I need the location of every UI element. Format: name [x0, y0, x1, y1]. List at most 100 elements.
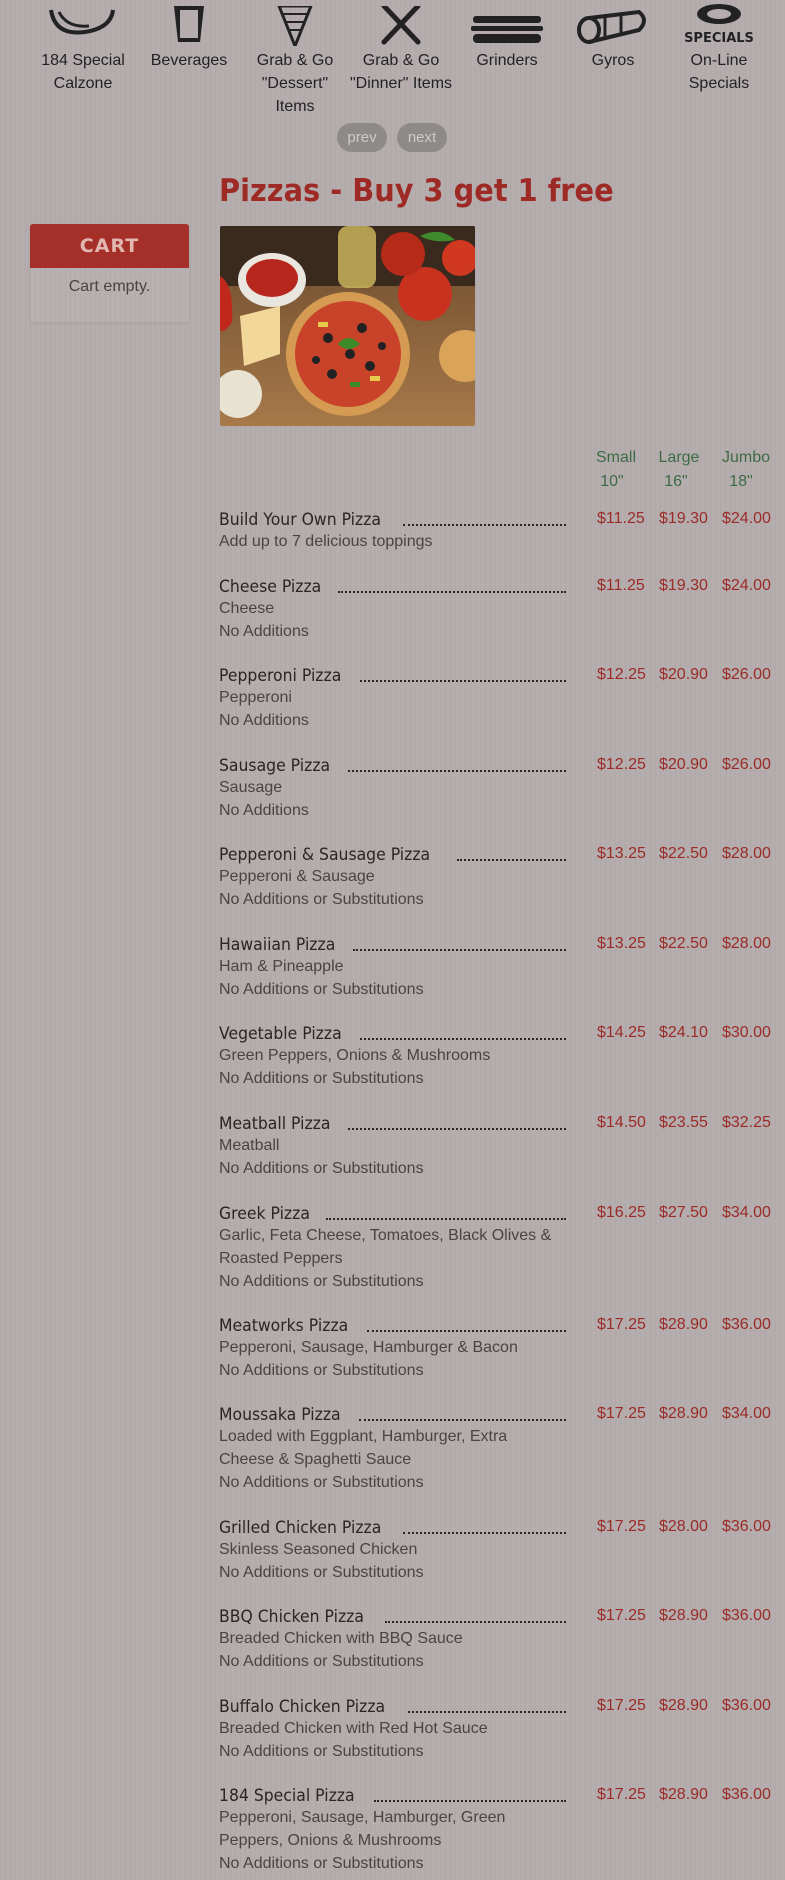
category-label: Grab & Go "Dessert" Items	[256, 52, 334, 115]
price-large[interactable]: $27.50	[659, 1204, 708, 1222]
price-large[interactable]: $22.50	[659, 935, 708, 953]
menu-item[interactable]: Greek Pizza Garlic, Feta Cheese, Tomatoe…	[219, 1204, 785, 1293]
menu-item[interactable]: Cheese Pizza Cheese No Additions $11.25 $…	[219, 577, 785, 643]
cart-empty-text: Cart empty.	[68, 278, 151, 295]
menu-item[interactable]: 184 Special Pizza Pepperoni, Sausage, Ha…	[219, 1786, 785, 1875]
category-pager: prev next	[337, 123, 447, 152]
category-calzone[interactable]: 184 Special Calzone	[28, 0, 138, 95]
price-jumbo[interactable]: $36.00	[722, 1607, 771, 1625]
price-large[interactable]: $28.90	[659, 1316, 708, 1334]
item-description: Garlic, Feta Cheese, Tomatoes, Black Oli…	[219, 1227, 552, 1290]
price-small[interactable]: $12.25	[597, 666, 646, 684]
menu-item[interactable]: Build Your Own Pizza Add up to 7 delicio…	[219, 510, 785, 553]
item-name[interactable]: 184 Special Pizza	[219, 1786, 355, 1806]
category-grinders[interactable]: Grinders	[452, 0, 562, 72]
menu-item[interactable]: Meatball Pizza Meatball No Additions or S…	[219, 1114, 785, 1180]
dot-leader	[403, 1530, 566, 1534]
menu-item[interactable]: Grilled Chicken Pizza Skinless Seasoned …	[219, 1518, 785, 1584]
price-small[interactable]: $17.25	[597, 1316, 646, 1334]
menu-item[interactable]: Moussaka Pizza Loaded with Eggplant, Ham…	[219, 1405, 785, 1494]
price-large[interactable]: $20.90	[659, 666, 708, 684]
item-name[interactable]: Vegetable Pizza	[219, 1024, 342, 1044]
item-name[interactable]: Build Your Own Pizza	[219, 510, 381, 530]
price-jumbo[interactable]: $32.25	[722, 1114, 771, 1132]
price-large[interactable]: $22.50	[659, 845, 708, 863]
category-label: Grab & Go "Dinner" Items	[349, 52, 453, 92]
price-jumbo[interactable]: $36.00	[722, 1786, 771, 1804]
price-jumbo[interactable]: $36.00	[722, 1697, 771, 1715]
price-jumbo[interactable]: $26.00	[722, 756, 771, 774]
price-small[interactable]: $11.25	[597, 510, 645, 528]
price-small[interactable]: $17.25	[597, 1405, 646, 1423]
item-description: Pepperoni No Additions	[219, 689, 309, 729]
price-small[interactable]: $13.25	[597, 935, 646, 953]
item-name[interactable]: Greek Pizza	[219, 1204, 310, 1224]
price-large[interactable]: $23.55	[659, 1114, 708, 1132]
specials-icon: SPECIALS	[684, 4, 754, 46]
category-beverages[interactable]: Beverages	[134, 0, 244, 72]
category-dinner[interactable]: Grab & Go "Dinner" Items	[346, 0, 456, 95]
gyro-wrap-icon	[577, 10, 646, 44]
menu-item[interactable]: Pepperoni & Sausage Pizza Pepperoni & Sa…	[219, 845, 785, 911]
menu-item[interactable]: Buffalo Chicken Pizza Breaded Chicken wi…	[219, 1697, 785, 1763]
cart-title[interactable]: CART	[30, 224, 189, 268]
item-name[interactable]: Pepperoni Pizza	[219, 666, 341, 686]
price-small[interactable]: $16.25	[597, 1204, 646, 1222]
price-large[interactable]: $28.00	[659, 1518, 708, 1536]
price-large[interactable]: $19.30	[659, 577, 708, 595]
price-jumbo[interactable]: $24.00	[722, 577, 771, 595]
menu-item[interactable]: Pepperoni Pizza Pepperoni No Additions $1…	[219, 666, 785, 732]
price-jumbo[interactable]: $26.00	[722, 666, 771, 684]
price-small[interactable]: $17.25	[597, 1786, 646, 1804]
price-large[interactable]: $24.10	[659, 1024, 708, 1042]
dot-leader	[353, 947, 566, 951]
price-small[interactable]: $11.25	[597, 577, 645, 595]
price-large[interactable]: $28.90	[659, 1405, 708, 1423]
item-name[interactable]: Meatworks Pizza	[219, 1316, 348, 1336]
price-jumbo[interactable]: $28.00	[722, 845, 771, 863]
price-jumbo[interactable]: $24.00	[722, 510, 771, 528]
item-name[interactable]: Moussaka Pizza	[219, 1405, 341, 1425]
price-small[interactable]: $17.25	[597, 1607, 646, 1625]
menu-item[interactable]: Vegetable Pizza Green Peppers, Onions & …	[219, 1024, 785, 1090]
item-name[interactable]: Hawaiian Pizza	[219, 935, 335, 955]
price-large[interactable]: $19.30	[659, 510, 708, 528]
item-name[interactable]: Sausage Pizza	[219, 756, 330, 776]
category-online-specials[interactable]: SPECIALS On-Line Specials	[664, 0, 774, 95]
price-large[interactable]: $28.90	[659, 1607, 708, 1625]
price-small[interactable]: $12.25	[597, 756, 646, 774]
price-jumbo[interactable]: $36.00	[722, 1518, 771, 1536]
price-small[interactable]: $17.25	[597, 1518, 646, 1536]
price-small[interactable]: $13.25	[597, 845, 646, 863]
menu-item[interactable]: BBQ Chicken Pizza Breaded Chicken with B…	[219, 1607, 785, 1673]
price-jumbo[interactable]: $30.00	[722, 1024, 771, 1042]
item-name[interactable]: Pepperoni & Sausage Pizza	[219, 845, 430, 865]
prev-button[interactable]: prev	[337, 123, 387, 152]
item-name[interactable]: Grilled Chicken Pizza	[219, 1518, 381, 1538]
price-jumbo[interactable]: $28.00	[722, 935, 771, 953]
item-name[interactable]: Meatball Pizza	[219, 1114, 330, 1134]
pizza-hero-image	[220, 226, 475, 426]
item-name[interactable]: Buffalo Chicken Pizza	[219, 1697, 385, 1717]
item-description: Ham & Pineapple No Additions or Substitut…	[219, 958, 424, 998]
item-name[interactable]: Cheese Pizza	[219, 577, 321, 597]
menu-item[interactable]: Meatworks Pizza Pepperoni, Sausage, Hamb…	[219, 1316, 785, 1382]
price-jumbo[interactable]: $36.00	[722, 1316, 771, 1334]
next-button[interactable]: next	[397, 123, 447, 152]
item-description: Loaded with Eggplant, Hamburger, Extra Ch…	[219, 1428, 508, 1491]
price-jumbo[interactable]: $34.00	[722, 1405, 771, 1423]
price-jumbo[interactable]: $34.00	[722, 1204, 771, 1222]
price-small[interactable]: $14.50	[597, 1114, 646, 1132]
menu-item[interactable]: Sausage Pizza Sausage No Additions $12.25…	[219, 756, 785, 822]
svg-text:SPECIALS: SPECIALS	[684, 31, 754, 46]
price-large[interactable]: $28.90	[659, 1697, 708, 1715]
item-name[interactable]: BBQ Chicken Pizza	[219, 1607, 364, 1627]
price-small[interactable]: $17.25	[597, 1697, 646, 1715]
price-large[interactable]: $20.90	[659, 756, 708, 774]
dot-leader	[325, 1216, 566, 1220]
price-small[interactable]: $14.25	[597, 1024, 646, 1042]
price-large[interactable]: $28.90	[659, 1786, 708, 1804]
menu-item[interactable]: Hawaiian Pizza Ham & Pineapple No Additio…	[219, 935, 785, 1001]
category-gyros[interactable]: Gyros	[558, 0, 668, 72]
category-dessert[interactable]: Grab & Go "Dessert" Items	[240, 0, 350, 118]
